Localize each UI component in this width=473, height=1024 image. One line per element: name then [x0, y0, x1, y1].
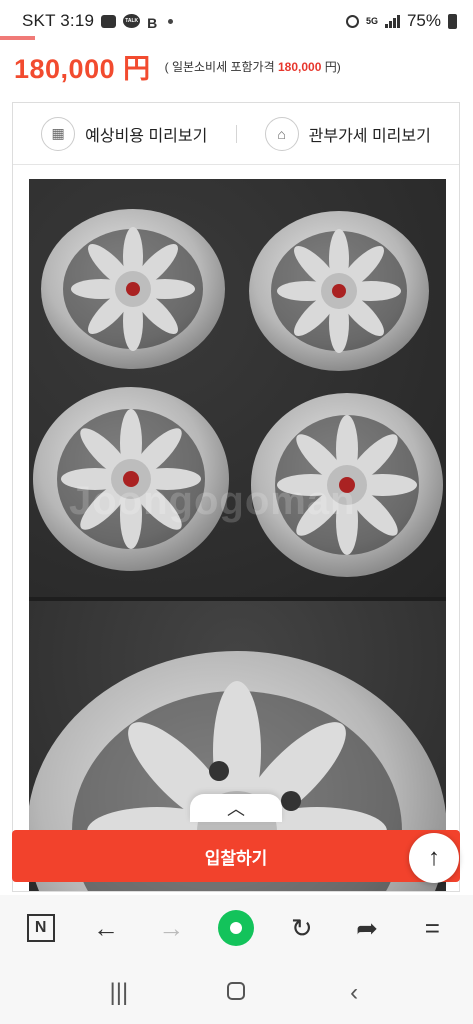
scroll-to-top-button[interactable]: ↑ — [409, 833, 459, 883]
page-load-indicator — [0, 36, 35, 40]
network-type: 5G — [365, 16, 378, 26]
shipping-cost-preview-button[interactable]: ▦ 예상비용 미리보기 — [13, 116, 236, 151]
watermark: Joongogoman — [69, 479, 356, 523]
arrow-up-icon: ↑ — [428, 844, 440, 871]
more-notifications-icon — [168, 18, 174, 24]
price-row: 180,000 円 ( 일본소비세 포함가격 180,000 円) — [14, 48, 464, 84]
green-dot-icon — [218, 910, 255, 946]
alarm-icon — [345, 14, 359, 28]
gallery-icon — [101, 14, 117, 28]
system-back-button[interactable]: ‹ — [334, 979, 374, 1007]
collapse-handle[interactable]: ︿ — [190, 794, 282, 822]
recent-apps-button[interactable]: ||| — [99, 979, 139, 1007]
tax-note-prefix: ( 일본소비세 포함가격 — [164, 59, 275, 74]
refresh-button[interactable]: ↻ — [282, 908, 322, 948]
preview-row: ▦ 예상비용 미리보기 ⌂ 관부가세 미리보기 — [13, 103, 459, 165]
wheels-illustration — [33, 209, 443, 577]
wheel-top-left — [41, 209, 225, 369]
tax-note-suffix: 円) — [324, 59, 341, 74]
home-icon — [227, 981, 246, 1000]
hamburger-icon: = — [424, 912, 440, 943]
product-image-1: Joongogoman — [29, 179, 446, 597]
customs-label: 관부가세 미리보기 — [308, 127, 431, 145]
arrow-right-icon: → — [158, 912, 185, 943]
shipping-cost-label: 예상비용 미리보기 — [85, 127, 208, 145]
tax-note-value: 180,000 — [277, 59, 322, 74]
battery-icon — [448, 13, 457, 29]
tax-note: ( 일본소비세 포함가격 180,000 円) — [165, 58, 341, 75]
product-photo[interactable]: Joongogoman — [29, 179, 446, 891]
menu-button[interactable]: = — [412, 908, 452, 948]
bid-button-label: 입찰하기 — [204, 848, 268, 868]
naver-home-button[interactable]: N — [21, 908, 61, 948]
customs-preview-button[interactable]: ⌂ 관부가세 미리보기 — [237, 116, 460, 151]
product-card: ▦ 예상비용 미리보기 ⌂ 관부가세 미리보기 Joongogoman — [12, 102, 460, 892]
system-nav-bar: ||| ‹ — [0, 961, 473, 1024]
signal-icon — [384, 14, 400, 28]
share-button[interactable]: ➦ — [347, 908, 387, 948]
wheel-top-right — [249, 211, 429, 371]
browser-toolbar: N ← → ↻ ➦ = — [0, 895, 473, 961]
price-amount: 180,000 円 — [14, 53, 151, 84]
forward-button[interactable]: → — [151, 908, 191, 948]
status-bar: SKT 3:19 TALK B 5G 75% — [0, 0, 473, 42]
kakaotalk-icon: TALK — [123, 14, 141, 28]
naver-n-icon: N — [26, 914, 55, 942]
back-button[interactable]: ← — [86, 908, 126, 948]
bid-button[interactable]: 입찰하기 — [12, 830, 460, 882]
carrier-time: SKT 3:19 — [22, 11, 95, 30]
bitcoin-app-icon: B — [147, 14, 158, 31]
greendot-button[interactable] — [216, 908, 256, 948]
calculator-icon: ▦ — [41, 116, 76, 151]
refresh-icon: ↻ — [290, 912, 313, 943]
share-icon: ➦ — [356, 912, 378, 943]
home-button[interactable] — [216, 979, 256, 1007]
arrow-left-icon: ← — [92, 912, 119, 943]
battery-percent: 75% — [406, 11, 441, 30]
customs-building-icon: ⌂ — [264, 116, 299, 151]
chevron-up-icon: ︿ — [227, 799, 245, 819]
